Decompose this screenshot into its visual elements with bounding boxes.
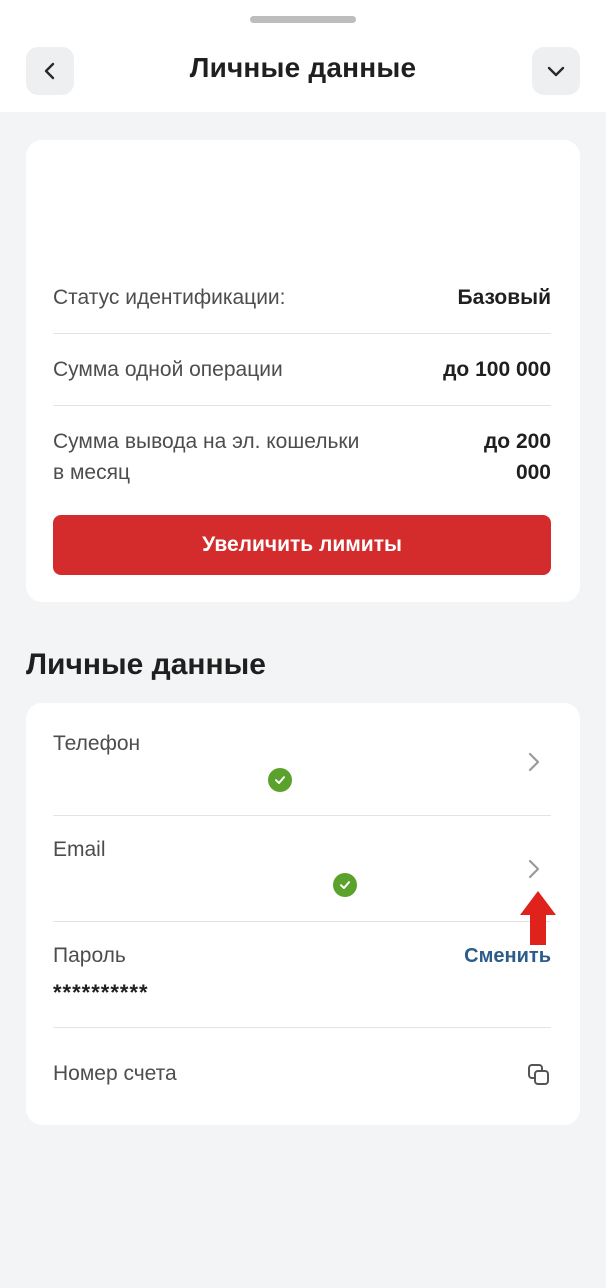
chevron-right-icon: [528, 752, 540, 772]
wallet-withdraw-value: до 200 000: [484, 426, 551, 488]
collapse-button[interactable]: [532, 47, 580, 95]
increase-limits-button[interactable]: Увеличить лимиты: [53, 515, 551, 575]
password-label: Пароль: [53, 944, 126, 967]
chevron-down-icon: [547, 66, 565, 77]
copy-icon[interactable]: [526, 1062, 552, 1088]
verified-check-icon: [333, 873, 357, 897]
wallet-withdraw-value-line1: до 200: [483, 430, 551, 453]
wallet-withdraw-row: Сумма вывода на эл. кошельки в месяц до …: [53, 426, 551, 488]
wallet-withdraw-label-line2: в месяц: [53, 461, 131, 484]
phone-label: Телефон: [53, 732, 141, 755]
page-title: Личные данные: [189, 52, 417, 83]
phone-row[interactable]: Телефон: [26, 703, 580, 815]
personal-data-card: Телефон Email Пароль Сменить ********** …: [26, 703, 580, 1125]
wallet-withdraw-value-line2: 000: [515, 461, 551, 484]
divider: [53, 1027, 551, 1028]
email-label: Email: [53, 838, 106, 861]
single-operation-value: до 100 000: [443, 358, 551, 381]
chevron-right-icon: [528, 859, 540, 879]
divider: [53, 921, 551, 922]
divider: [53, 405, 551, 406]
account-number-label: Номер счета: [53, 1062, 177, 1085]
sheet-grabber[interactable]: [250, 16, 356, 23]
single-operation-row: Сумма одной операции до 100 000: [53, 354, 551, 385]
limits-card: Статус идентификации: Базовый Сумма одно…: [26, 140, 580, 602]
email-row[interactable]: Email: [26, 816, 580, 921]
identification-status-row: Статус идентификации: Базовый: [53, 282, 551, 313]
header: Личные данные: [0, 0, 606, 112]
divider: [53, 333, 551, 334]
section-title-personal: Личные данные: [26, 648, 266, 681]
verified-check-icon: [268, 768, 292, 792]
identification-status-value: Базовый: [457, 286, 551, 309]
screen: Личные данные Статус идентификации: Базо…: [0, 0, 606, 1288]
wallet-withdraw-label-line1: Сумма вывода на эл. кошельки: [53, 430, 360, 453]
red-arrow-annotation: [520, 891, 556, 945]
password-value: **********: [53, 980, 149, 1005]
wallet-withdraw-label: Сумма вывода на эл. кошельки в месяц: [53, 426, 551, 488]
change-password-link[interactable]: Сменить: [464, 945, 551, 968]
